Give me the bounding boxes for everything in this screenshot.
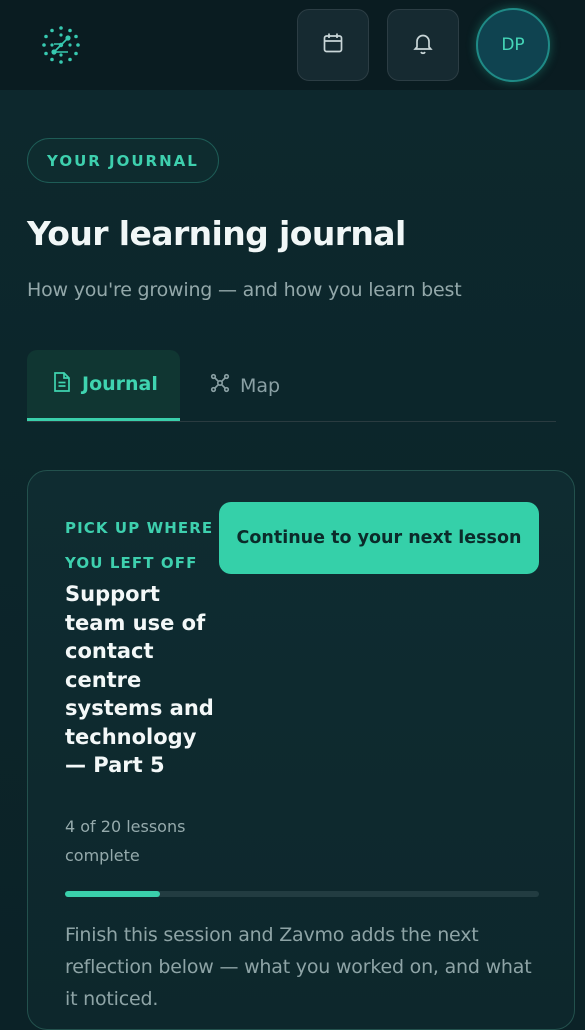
course-title: Support team use of contact centre syste… (65, 582, 214, 777)
page-title: Your learning journal (27, 214, 406, 253)
tab-bar: Journal Map (27, 350, 556, 422)
continue-lesson-button[interactable]: Continue to your next lesson (219, 502, 539, 574)
avatar-initials: DP (501, 35, 525, 55)
lesson-progress-bar (65, 891, 539, 897)
network-icon (210, 373, 230, 398)
lesson-progress-text: 4 of 20 lessons complete (65, 817, 186, 865)
tab-journal-label: Journal (82, 373, 158, 395)
calendar-button[interactable] (297, 9, 369, 81)
calendar-icon (321, 31, 345, 59)
tab-map-label: Map (240, 374, 281, 397)
resume-kicker: PICK UP WHERE YOU LEFT OFF (65, 519, 214, 572)
section-badge: YOUR JOURNAL (27, 138, 219, 183)
constellation-logo-icon[interactable] (40, 24, 82, 66)
tab-map[interactable]: Map (210, 350, 320, 421)
tab-journal[interactable]: Journal (27, 350, 180, 421)
bell-icon (411, 31, 435, 59)
lesson-progress-fill (65, 891, 160, 897)
page-subtitle: How you're growing — and how you learn b… (27, 279, 462, 301)
top-bar: DP (0, 0, 585, 90)
document-icon (52, 371, 72, 398)
resume-card: PICK UP WHERE YOU LEFT OFF Support team … (27, 470, 575, 1030)
avatar[interactable]: DP (476, 8, 550, 82)
resume-note: Finish this session and Zavmo adds the n… (65, 924, 532, 1010)
notifications-button[interactable] (387, 9, 459, 81)
